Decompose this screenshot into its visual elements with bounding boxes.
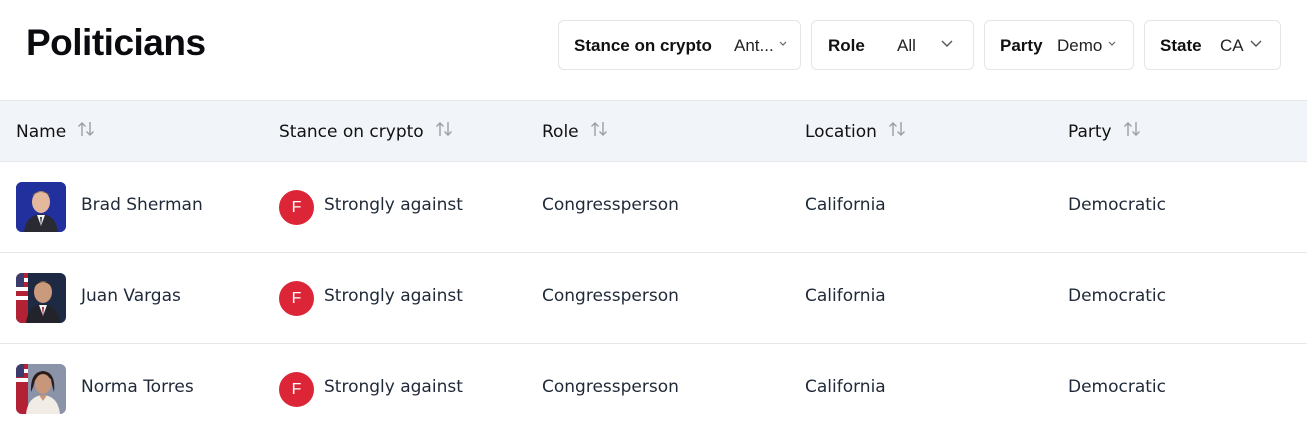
page-title: Politicians <box>26 22 206 63</box>
grade-badge: F <box>279 372 314 407</box>
table-row[interactable]: Brad Sherman F Strongly against Congress… <box>0 162 1307 253</box>
grade-badge: F <box>279 281 314 316</box>
filter-label: State <box>1160 36 1202 55</box>
filter-label: Role <box>828 36 865 55</box>
avatar <box>16 273 66 323</box>
filter-role[interactable]: Role All <box>811 20 974 70</box>
grade-badge: F <box>279 190 314 225</box>
sort-arrows-icon[interactable] <box>887 120 907 143</box>
party-text: Democratic <box>1068 286 1166 306</box>
column-header-stance[interactable]: Stance on crypto <box>279 120 454 143</box>
party-text: Democratic <box>1068 195 1166 215</box>
location-text: California <box>805 286 886 306</box>
party-text: Democratic <box>1068 377 1166 397</box>
stance-text: Strongly against <box>324 377 463 397</box>
stance-text: Strongly against <box>324 195 463 215</box>
filter-label: Party <box>1000 36 1043 55</box>
column-header-name[interactable]: Name <box>16 120 96 143</box>
politician-name[interactable]: Juan Vargas <box>81 286 181 306</box>
location-text: California <box>805 195 886 215</box>
sort-arrows-icon[interactable] <box>76 120 96 143</box>
chevron-down-icon <box>940 35 954 51</box>
sort-arrows-icon[interactable] <box>589 120 609 143</box>
chevron-down-icon <box>1249 35 1263 51</box>
politician-name[interactable]: Norma Torres <box>81 377 194 397</box>
avatar <box>16 364 66 414</box>
filter-value: All <box>897 36 916 55</box>
column-header-role[interactable]: Role <box>542 120 609 143</box>
filter-value: Ant... <box>734 36 774 55</box>
table-row[interactable]: Juan Vargas F Strongly against Congressp… <box>0 253 1307 344</box>
filter-label: Stance on crypto <box>574 36 712 55</box>
column-header-location[interactable]: Location <box>805 120 907 143</box>
chevron-down-icon <box>779 35 787 51</box>
table-header: Name Stance on crypto Role Location Part… <box>0 100 1307 162</box>
filter-value: CA <box>1220 36 1244 55</box>
avatar <box>16 182 66 232</box>
location-text: California <box>805 377 886 397</box>
filter-state[interactable]: State CA <box>1144 20 1281 70</box>
filter-party[interactable]: Party Demo <box>984 20 1134 70</box>
role-text: Congressperson <box>542 286 679 306</box>
column-header-label: Stance on crypto <box>279 121 424 142</box>
column-header-label: Location <box>805 121 877 142</box>
page-header: Politicians Stance on crypto Ant... Role… <box>0 0 1307 100</box>
filter-stance-on-crypto[interactable]: Stance on crypto Ant... <box>558 20 801 70</box>
role-text: Congressperson <box>542 377 679 397</box>
sort-arrows-icon[interactable] <box>434 120 454 143</box>
stance-text: Strongly against <box>324 286 463 306</box>
role-text: Congressperson <box>542 195 679 215</box>
table-row[interactable]: Norma Torres F Strongly against Congress… <box>0 344 1307 435</box>
column-header-party[interactable]: Party <box>1068 120 1142 143</box>
politician-name[interactable]: Brad Sherman <box>81 195 203 215</box>
filter-value: Demo <box>1057 36 1103 55</box>
column-header-label: Name <box>16 121 67 142</box>
sort-arrows-icon[interactable] <box>1122 120 1142 143</box>
chevron-down-icon <box>1108 35 1116 51</box>
column-header-label: Role <box>542 121 579 142</box>
column-header-label: Party <box>1068 121 1112 142</box>
